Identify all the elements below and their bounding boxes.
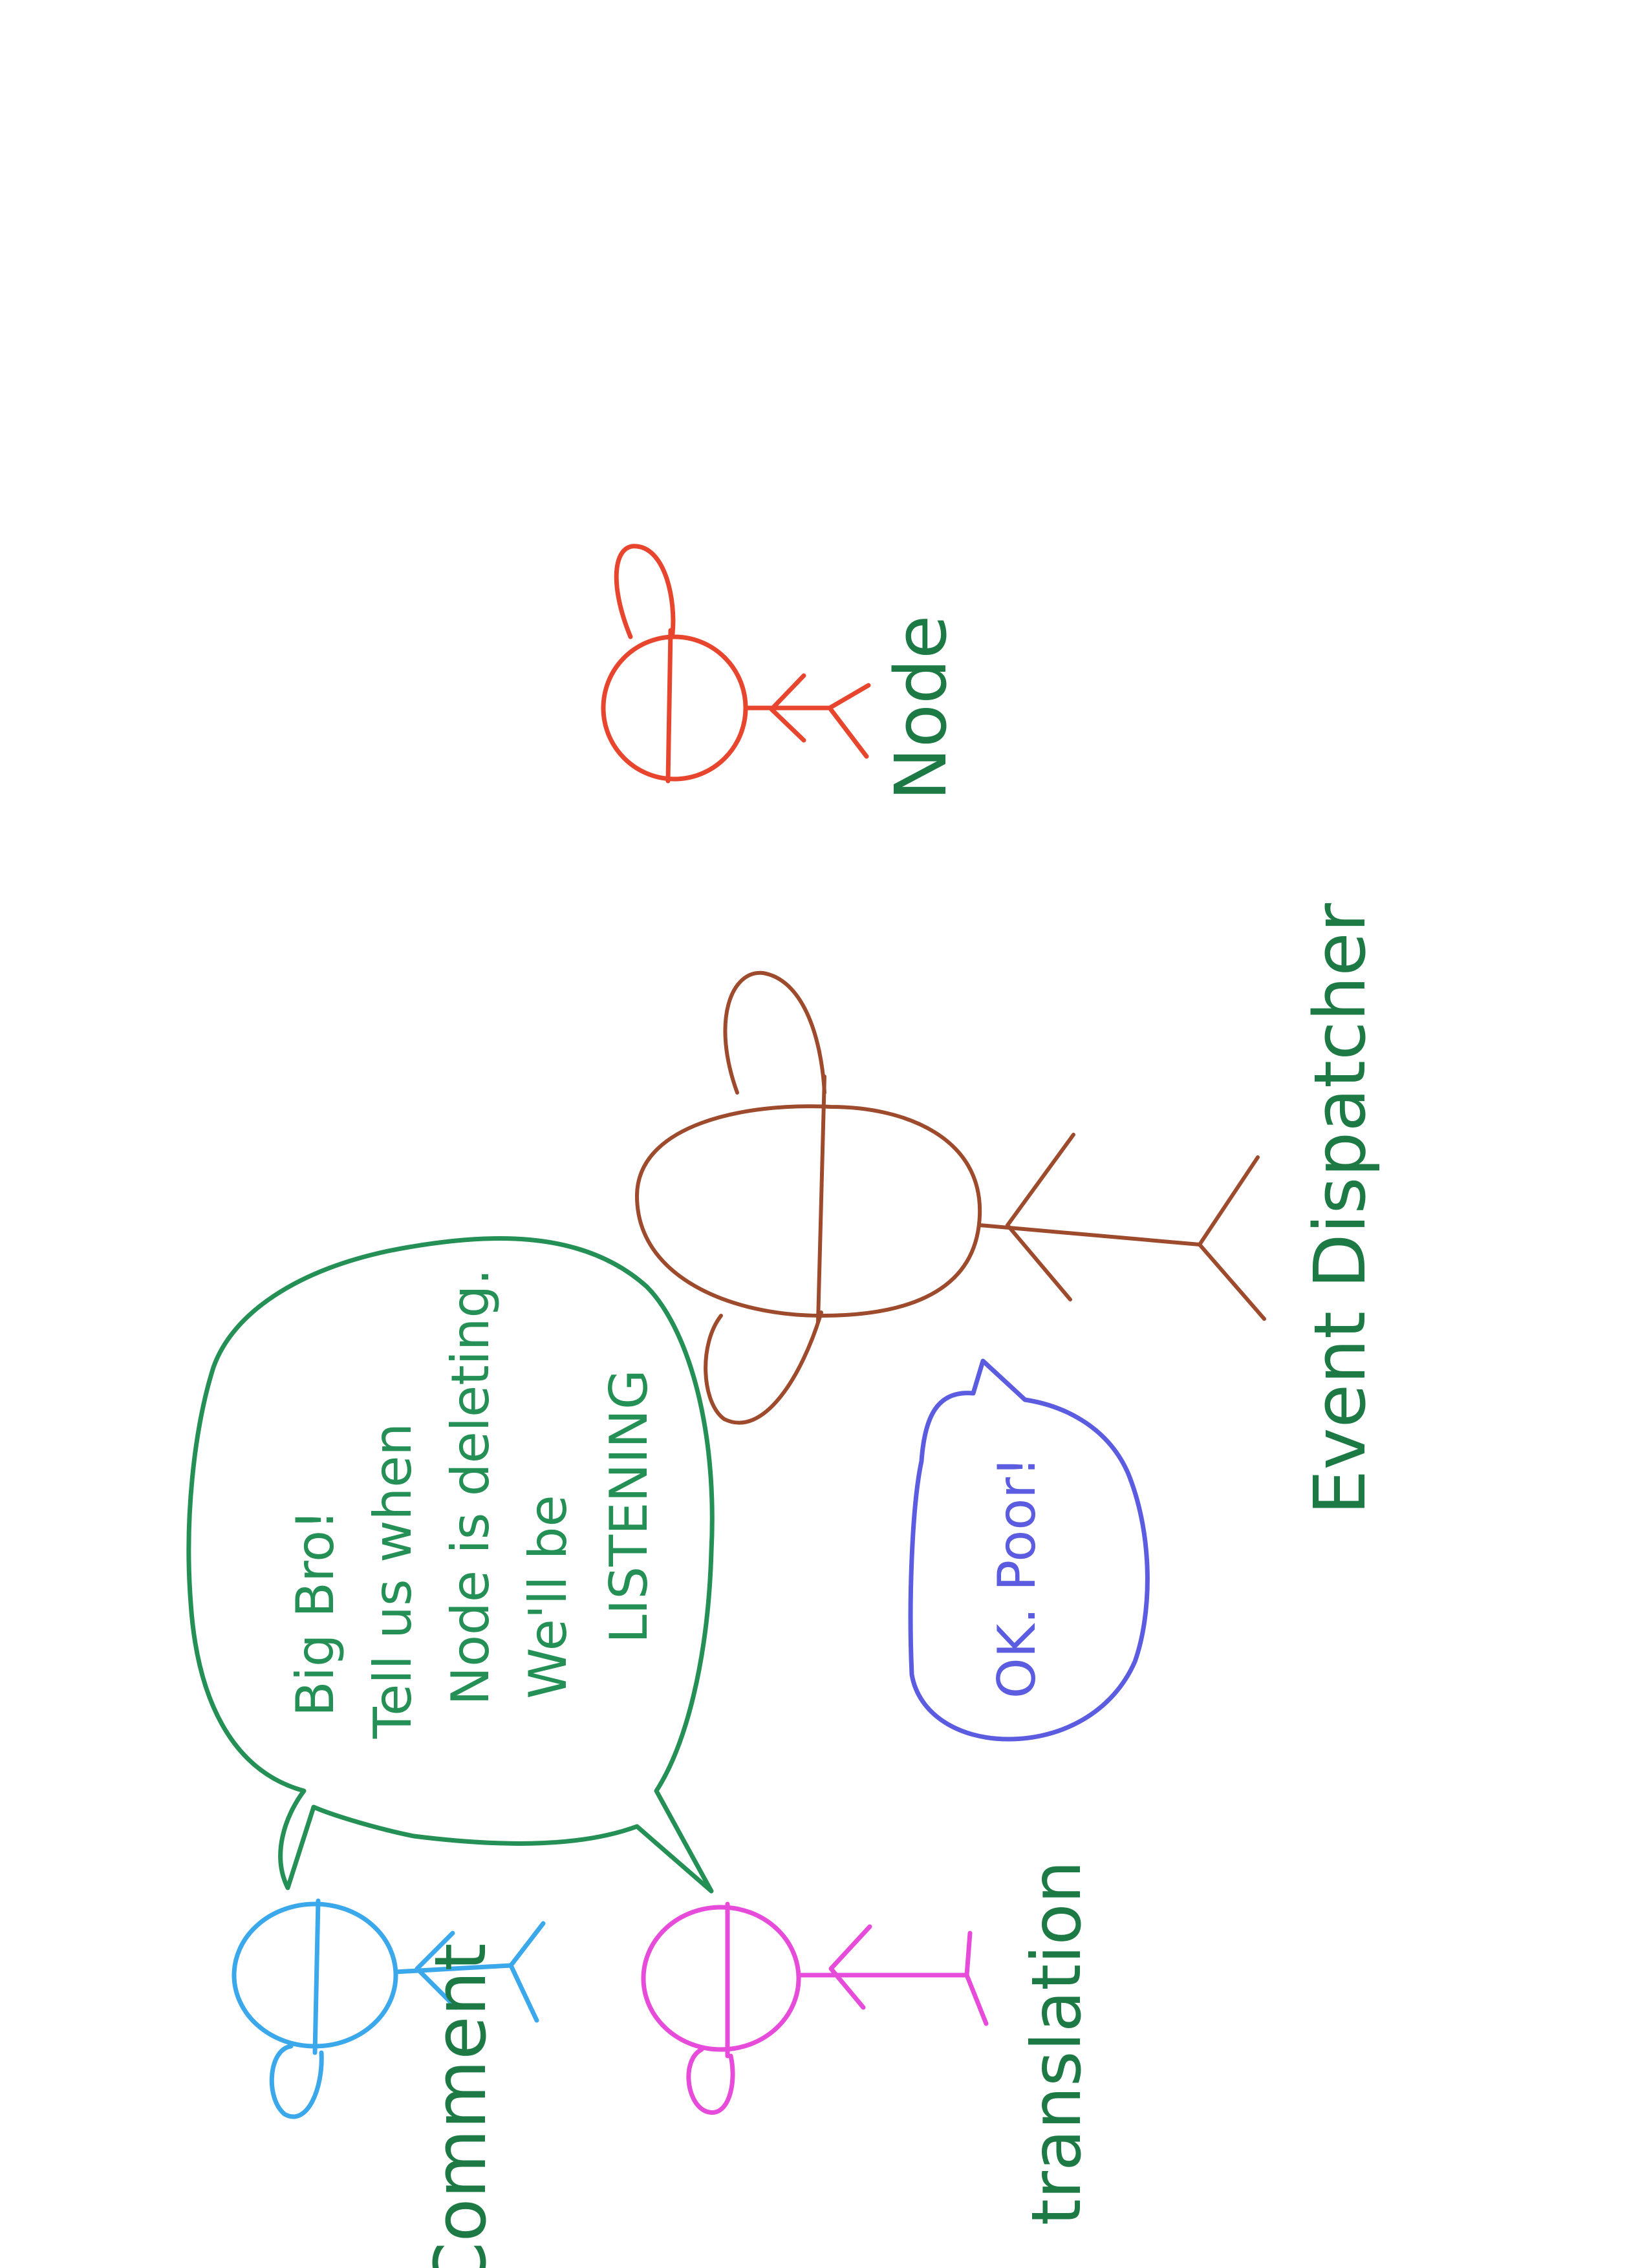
- node-label: Node: [879, 615, 962, 800]
- dispatcher-hat-brim: [816, 1075, 826, 1324]
- comment-legs: [508, 1921, 546, 2023]
- listeners-line-4: We'll be: [518, 1495, 578, 1699]
- dispatcher-figure: [635, 970, 1266, 1425]
- dispatcher-reply-text: OK. Poor!: [987, 1457, 1047, 1699]
- node-hat-brim: [665, 628, 673, 784]
- comment-hat: [269, 2044, 324, 2119]
- translation-figure: [641, 1901, 989, 2115]
- listeners-line-3: Node is deleting.: [440, 1268, 501, 1706]
- listeners-line-5: LISTENING: [599, 1369, 659, 1643]
- dispatcher-legs: [1198, 1155, 1266, 1321]
- node-head: [601, 634, 748, 782]
- node-hat: [614, 544, 676, 639]
- translation-hat: [686, 2047, 735, 2115]
- node-figure: [601, 544, 871, 784]
- dispatcher-head: [635, 1104, 982, 1318]
- comment-label: Comment: [419, 1943, 502, 2268]
- dispatcher-hat-top: [723, 970, 826, 1095]
- comment-hat-brim: [312, 1898, 321, 2055]
- dispatcher-hat-bottom: [704, 1311, 823, 1425]
- translation-legs: [964, 1931, 989, 2026]
- stick-figure-diagram: Node Event Dispatcher Big Bro! Tell us w…: [186, 544, 1381, 2268]
- listeners-line-1: Big Bro!: [285, 1510, 345, 1717]
- node-legs: [827, 683, 871, 759]
- dispatcher-arms: [1006, 1133, 1075, 1301]
- dispatcher-label: Event Dispatcher: [1299, 903, 1381, 1515]
- translation-head: [641, 1905, 801, 2052]
- dispatcher-body: [978, 1223, 1202, 1246]
- listeners-line-2: Tell us when: [363, 1423, 423, 1739]
- translation-arms: [828, 1924, 872, 2010]
- listeners-speech-text: Big Bro! Tell us when Node is deleting. …: [285, 1268, 659, 1739]
- translation-label: translation: [1017, 1861, 1096, 2226]
